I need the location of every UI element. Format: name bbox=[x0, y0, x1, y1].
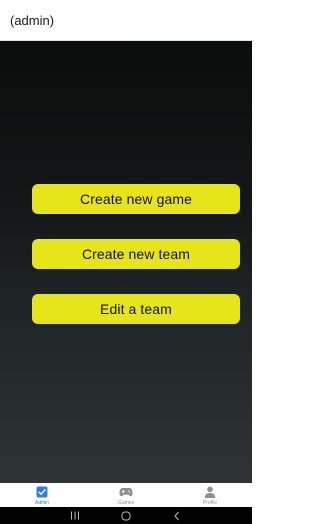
recents-icon[interactable] bbox=[66, 510, 84, 522]
back-icon[interactable] bbox=[168, 510, 186, 522]
home-icon[interactable] bbox=[117, 510, 135, 522]
tab-profile[interactable]: Profile bbox=[168, 483, 252, 507]
tab-games[interactable]: Games bbox=[84, 483, 168, 507]
admin-panel: Create new game Create new team Edit a t… bbox=[0, 41, 252, 483]
app-header: (admin) bbox=[0, 0, 252, 41]
tab-admin[interactable]: Admin bbox=[0, 483, 84, 507]
bottom-tab-bar: Admin Games Profile bbox=[0, 483, 252, 507]
tab-games-label: Games bbox=[117, 500, 135, 506]
edit-team-button[interactable]: Edit a team bbox=[32, 294, 240, 324]
tab-admin-label: Admin bbox=[34, 500, 50, 506]
create-new-game-button[interactable]: Create new game bbox=[32, 184, 240, 214]
system-navigation-bar bbox=[0, 507, 252, 524]
tab-profile-label: Profile bbox=[202, 500, 218, 506]
page-title: (admin) bbox=[10, 12, 55, 28]
person-icon bbox=[203, 485, 217, 498]
gamepad-icon bbox=[119, 485, 133, 498]
checkbox-icon bbox=[35, 485, 49, 498]
create-new-team-button[interactable]: Create new team bbox=[32, 239, 240, 269]
